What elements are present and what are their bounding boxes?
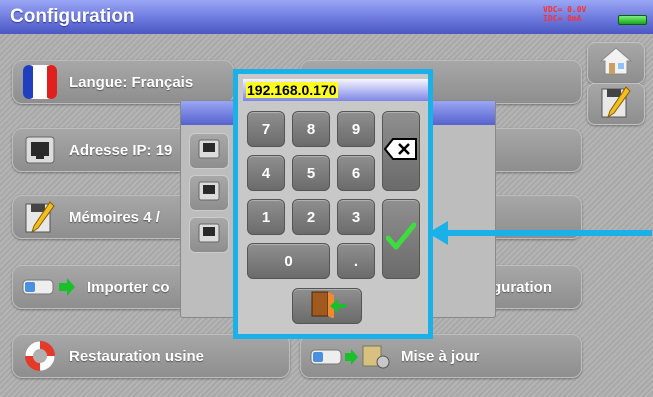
update-label: Mise à jour bbox=[401, 347, 480, 365]
memories-label: Mémoires 4 / bbox=[69, 208, 160, 226]
numeric-keypad: 192.168.0.170 7 8 9 4 5 6 1 2 3 0 . bbox=[233, 69, 433, 339]
backspace-button[interactable] bbox=[382, 111, 420, 191]
key-3[interactable]: 3 bbox=[337, 199, 375, 235]
language-button[interactable]: Langue: Français bbox=[12, 60, 234, 104]
key-2[interactable]: 2 bbox=[292, 199, 330, 235]
memory-edit-icon bbox=[21, 198, 59, 236]
ip-dialog-port-2[interactable] bbox=[189, 175, 229, 211]
save-button[interactable] bbox=[587, 83, 645, 125]
home-button[interactable] bbox=[587, 42, 645, 84]
ip-dialog-port-1[interactable] bbox=[189, 133, 229, 169]
checkmark-icon bbox=[385, 222, 417, 256]
french-flag-icon bbox=[21, 63, 59, 101]
backspace-icon bbox=[383, 138, 418, 164]
battery-icon bbox=[618, 15, 647, 25]
ip-dialog-port-3[interactable] bbox=[189, 217, 229, 253]
factory-reset-button[interactable]: Restauration usine bbox=[12, 334, 290, 378]
ip-input-field[interactable]: 192.168.0.170 bbox=[243, 79, 428, 101]
key-4[interactable]: 4 bbox=[247, 155, 285, 191]
key-7[interactable]: 7 bbox=[247, 111, 285, 147]
ip-address-label: Adresse IP: 19 bbox=[69, 141, 173, 159]
current-readout: IDC= 0mA bbox=[543, 14, 582, 23]
exit-button[interactable] bbox=[292, 288, 362, 324]
exit-door-icon bbox=[306, 290, 348, 322]
title-bar: Configuration VDC= 0.0V IDC= 0mA bbox=[0, 0, 653, 34]
language-label: Langue: Français bbox=[69, 73, 194, 91]
ip-input-value: 192.168.0.170 bbox=[246, 82, 338, 98]
key-9[interactable]: 9 bbox=[337, 111, 375, 147]
update-button[interactable]: Mise à jour bbox=[300, 334, 582, 378]
save-icon bbox=[600, 85, 632, 124]
network-port-icon bbox=[198, 139, 220, 164]
key-0[interactable]: 0 bbox=[247, 243, 330, 279]
page-title: Configuration bbox=[10, 6, 135, 27]
factory-reset-label: Restauration usine bbox=[69, 347, 205, 365]
voltage-readout: VDC= 0.0V bbox=[543, 5, 587, 14]
configuration-label-tail: guration bbox=[492, 278, 552, 296]
usb-update-icon bbox=[309, 337, 391, 375]
home-icon bbox=[599, 46, 633, 81]
network-port-icon bbox=[21, 131, 59, 169]
key-5[interactable]: 5 bbox=[292, 155, 330, 191]
key-8[interactable]: 8 bbox=[292, 111, 330, 147]
pointer-arrow bbox=[428, 221, 652, 245]
network-port-icon bbox=[198, 181, 220, 206]
network-port-icon bbox=[198, 223, 220, 248]
import-config-label: Importer co bbox=[87, 278, 170, 296]
power-status: VDC= 0.0V IDC= 0mA bbox=[543, 5, 586, 23]
usb-import-icon bbox=[21, 268, 77, 306]
key-6[interactable]: 6 bbox=[337, 155, 375, 191]
key-1[interactable]: 1 bbox=[247, 199, 285, 235]
ok-button[interactable] bbox=[382, 199, 420, 279]
key-dot[interactable]: . bbox=[337, 243, 375, 279]
lifebuoy-icon bbox=[21, 337, 59, 375]
